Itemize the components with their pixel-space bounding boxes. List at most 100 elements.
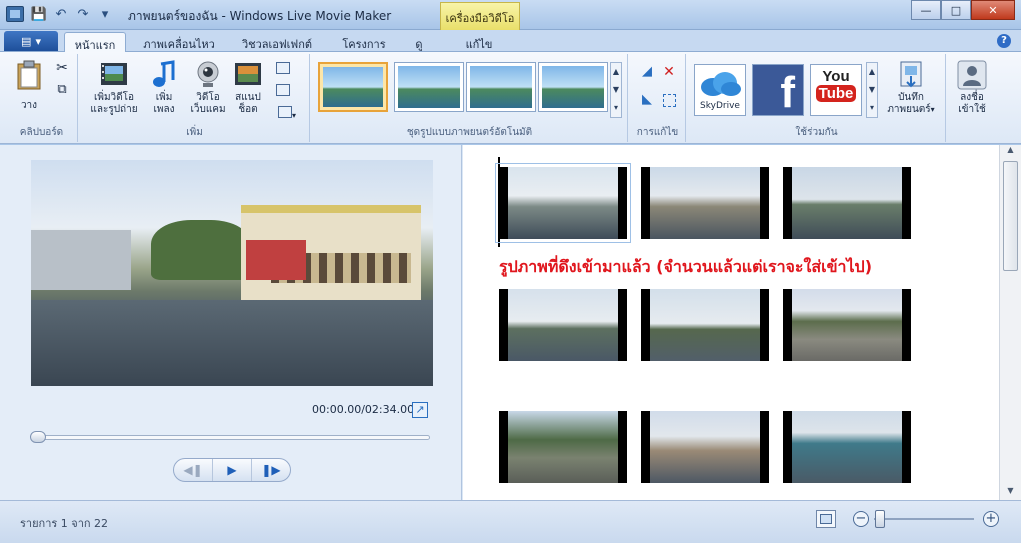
storyboard-clip-2[interactable] bbox=[641, 167, 769, 239]
app-menu-button[interactable]: ▤ ▾ bbox=[4, 31, 58, 51]
rotate-left-button[interactable]: ◢ bbox=[638, 65, 656, 79]
theme-thumbnail bbox=[542, 66, 604, 108]
next-frame-button[interactable]: ❚▶ bbox=[252, 459, 290, 481]
undo-icon[interactable]: ↶ bbox=[52, 5, 70, 23]
chevron-down-icon: ▾ bbox=[35, 34, 41, 48]
storyboard-clip-7[interactable] bbox=[499, 411, 627, 483]
minimize-button[interactable]: — bbox=[911, 0, 941, 20]
rotate-right-icon: ◣ bbox=[642, 92, 652, 107]
tab-home[interactable]: หน้าแรก bbox=[64, 32, 126, 53]
fullscreen-preview-button[interactable]: ↗ bbox=[412, 402, 428, 418]
youtube-logo-you: You bbox=[822, 68, 850, 85]
preview-frame-building-left bbox=[31, 230, 131, 290]
main-area: 00:00.00/02:34.00 ↗ ◀❚ ▶ ❚▶ รูปภาพที่ดึง… bbox=[0, 145, 1021, 500]
theme-pan-zoom[interactable] bbox=[538, 62, 608, 112]
add-music-button[interactable]: เพิ่ม เพลง bbox=[146, 60, 182, 116]
share-gallery-scroll[interactable]: ▲ ▼ ▾ bbox=[866, 62, 878, 118]
storyboard-clip-1[interactable] bbox=[495, 163, 631, 243]
scroll-up-icon[interactable]: ▲ bbox=[1000, 145, 1021, 159]
tab-visual-effects[interactable]: วิชวลเอฟเฟกต์ bbox=[232, 32, 322, 52]
scroll-down-icon[interactable]: ▼ bbox=[1000, 486, 1021, 500]
preview-frame-red-wall bbox=[246, 240, 306, 280]
storyboard-clip-4[interactable] bbox=[499, 289, 627, 361]
clip-thumbnail bbox=[508, 289, 618, 361]
webcam-label-2: เว็บแคม bbox=[190, 104, 226, 115]
theme-fade[interactable] bbox=[466, 62, 536, 112]
tab-animations[interactable]: ภาพเคลื่อนไหว bbox=[134, 32, 224, 52]
group-label-themes: ชุดรูปแบบภาพยนตร์อัตโนมัติ bbox=[406, 127, 533, 138]
help-icon[interactable]: ? bbox=[997, 34, 1011, 48]
paste-button[interactable]: วาง bbox=[14, 60, 44, 112]
snapshot-button[interactable]: สแนป ช็อต bbox=[230, 60, 266, 116]
add-video-photos-button[interactable]: เพิ่มวิดีโอ และรูปถ่าย bbox=[86, 60, 142, 116]
seek-handle[interactable] bbox=[30, 431, 46, 443]
share-facebook-button[interactable]: f bbox=[752, 64, 804, 116]
tab-project[interactable]: โครงการ bbox=[332, 32, 396, 52]
copy-button[interactable]: ⧉ bbox=[54, 83, 70, 97]
storyboard-clip-3[interactable] bbox=[783, 167, 911, 239]
credits-button[interactable]: ▾ bbox=[274, 106, 300, 122]
preview-monitor[interactable] bbox=[31, 160, 433, 386]
clip-thumbnail bbox=[792, 289, 902, 361]
theme-default[interactable] bbox=[318, 62, 388, 112]
select-all-button[interactable] bbox=[660, 94, 678, 111]
group-editing: ◢ ✕ ◣ การแก้ไข bbox=[630, 54, 686, 142]
group-label-share: ใช้ร่วมกัน bbox=[795, 127, 838, 138]
sign-in-button[interactable]: ลงชื่อ เข้าใช้ bbox=[954, 60, 990, 116]
group-label-clipboard: คลิปบอร์ด bbox=[19, 127, 64, 138]
storyboard-clip-6[interactable] bbox=[783, 289, 911, 361]
remove-button[interactable]: ✕ bbox=[660, 65, 678, 80]
storyboard-scrollbar[interactable]: ▲ ▼ bbox=[999, 145, 1021, 500]
zoom-in-button[interactable]: + bbox=[983, 511, 999, 527]
tab-edit[interactable]: แก้ไข bbox=[446, 32, 512, 52]
maximize-button[interactable]: □ bbox=[941, 0, 971, 20]
tab-view[interactable]: ดู bbox=[404, 32, 434, 52]
scissors-icon: ✂ bbox=[56, 60, 68, 76]
save-movie-button[interactable]: บันทึก ภาพยนตร์▾ bbox=[880, 60, 942, 116]
video-tools-context-header: เครื่องมือวิดีโอ bbox=[440, 2, 520, 30]
cut-button[interactable]: ✂ bbox=[54, 60, 70, 76]
themes-gallery-scroll[interactable]: ▲ ▼ ▾ bbox=[610, 62, 622, 118]
clip-thumbnail bbox=[650, 411, 760, 483]
play-button[interactable]: ▶ bbox=[212, 459, 252, 481]
storyboard[interactable]: รูปภาพที่ดึงเข้ามาแล้ว (จำนวนแล้วแต่เราจ… bbox=[463, 145, 999, 500]
previous-frame-button[interactable]: ◀❚ bbox=[174, 459, 212, 481]
clip-thumbnail bbox=[650, 289, 760, 361]
zoom-slider-handle[interactable] bbox=[875, 510, 885, 528]
save-icon[interactable]: 💾 bbox=[30, 5, 48, 23]
close-button[interactable]: ✕ bbox=[971, 0, 1015, 20]
annotation-note: รูปภาพที่ดึงเข้ามาแล้ว (จำนวนแล้วแต่เราจ… bbox=[499, 257, 873, 276]
storyboard-clip-5[interactable] bbox=[641, 289, 769, 361]
group-signin: ลงชื่อ เข้าใช้ bbox=[948, 54, 996, 142]
preview-frame-trees bbox=[151, 220, 251, 280]
webcam-video-button[interactable]: วิดีโอ เว็บแคม bbox=[188, 60, 228, 116]
skydrive-cloud-icon bbox=[701, 72, 741, 96]
webcam-label-1: วิดีโอ bbox=[196, 92, 220, 103]
theme-contemporary[interactable] bbox=[394, 62, 464, 112]
clipboard-icon bbox=[17, 60, 41, 90]
redo-icon[interactable]: ↷ bbox=[74, 5, 92, 23]
zoom-slider-track[interactable] bbox=[874, 518, 974, 520]
theme-thumbnail bbox=[398, 66, 460, 108]
rotate-right-button[interactable]: ◣ bbox=[638, 92, 656, 107]
customize-chevron-icon[interactable]: ▾ bbox=[96, 5, 114, 23]
zoom-out-button[interactable]: − bbox=[853, 511, 869, 527]
music-note-icon bbox=[153, 60, 175, 87]
seek-bar[interactable] bbox=[34, 435, 430, 440]
add-video-label-1: เพิ่มวิดีโอ bbox=[93, 92, 135, 103]
scrollbar-thumb[interactable] bbox=[1003, 161, 1018, 271]
caption-button[interactable] bbox=[274, 84, 292, 100]
user-icon bbox=[957, 60, 987, 90]
snapshot-label-1: สแนป bbox=[235, 92, 261, 103]
title-button[interactable] bbox=[274, 62, 292, 78]
thumbnail-size-toggle[interactable] bbox=[816, 510, 836, 528]
clip-thumbnail bbox=[650, 167, 760, 239]
app-icon[interactable] bbox=[6, 6, 24, 22]
share-skydrive-button[interactable]: SkyDrive bbox=[694, 64, 746, 116]
storyboard-clip-8[interactable] bbox=[641, 411, 769, 483]
save-movie-label-1: บันทึก bbox=[898, 92, 924, 103]
share-youtube-button[interactable]: You Tube bbox=[810, 64, 862, 116]
caption-text-icon bbox=[276, 84, 290, 96]
title-bar: 💾 ↶ ↷ ▾ ภาพยนตร์ของฉัน - Windows Live Mo… bbox=[0, 0, 1021, 30]
storyboard-clip-9[interactable] bbox=[783, 411, 911, 483]
